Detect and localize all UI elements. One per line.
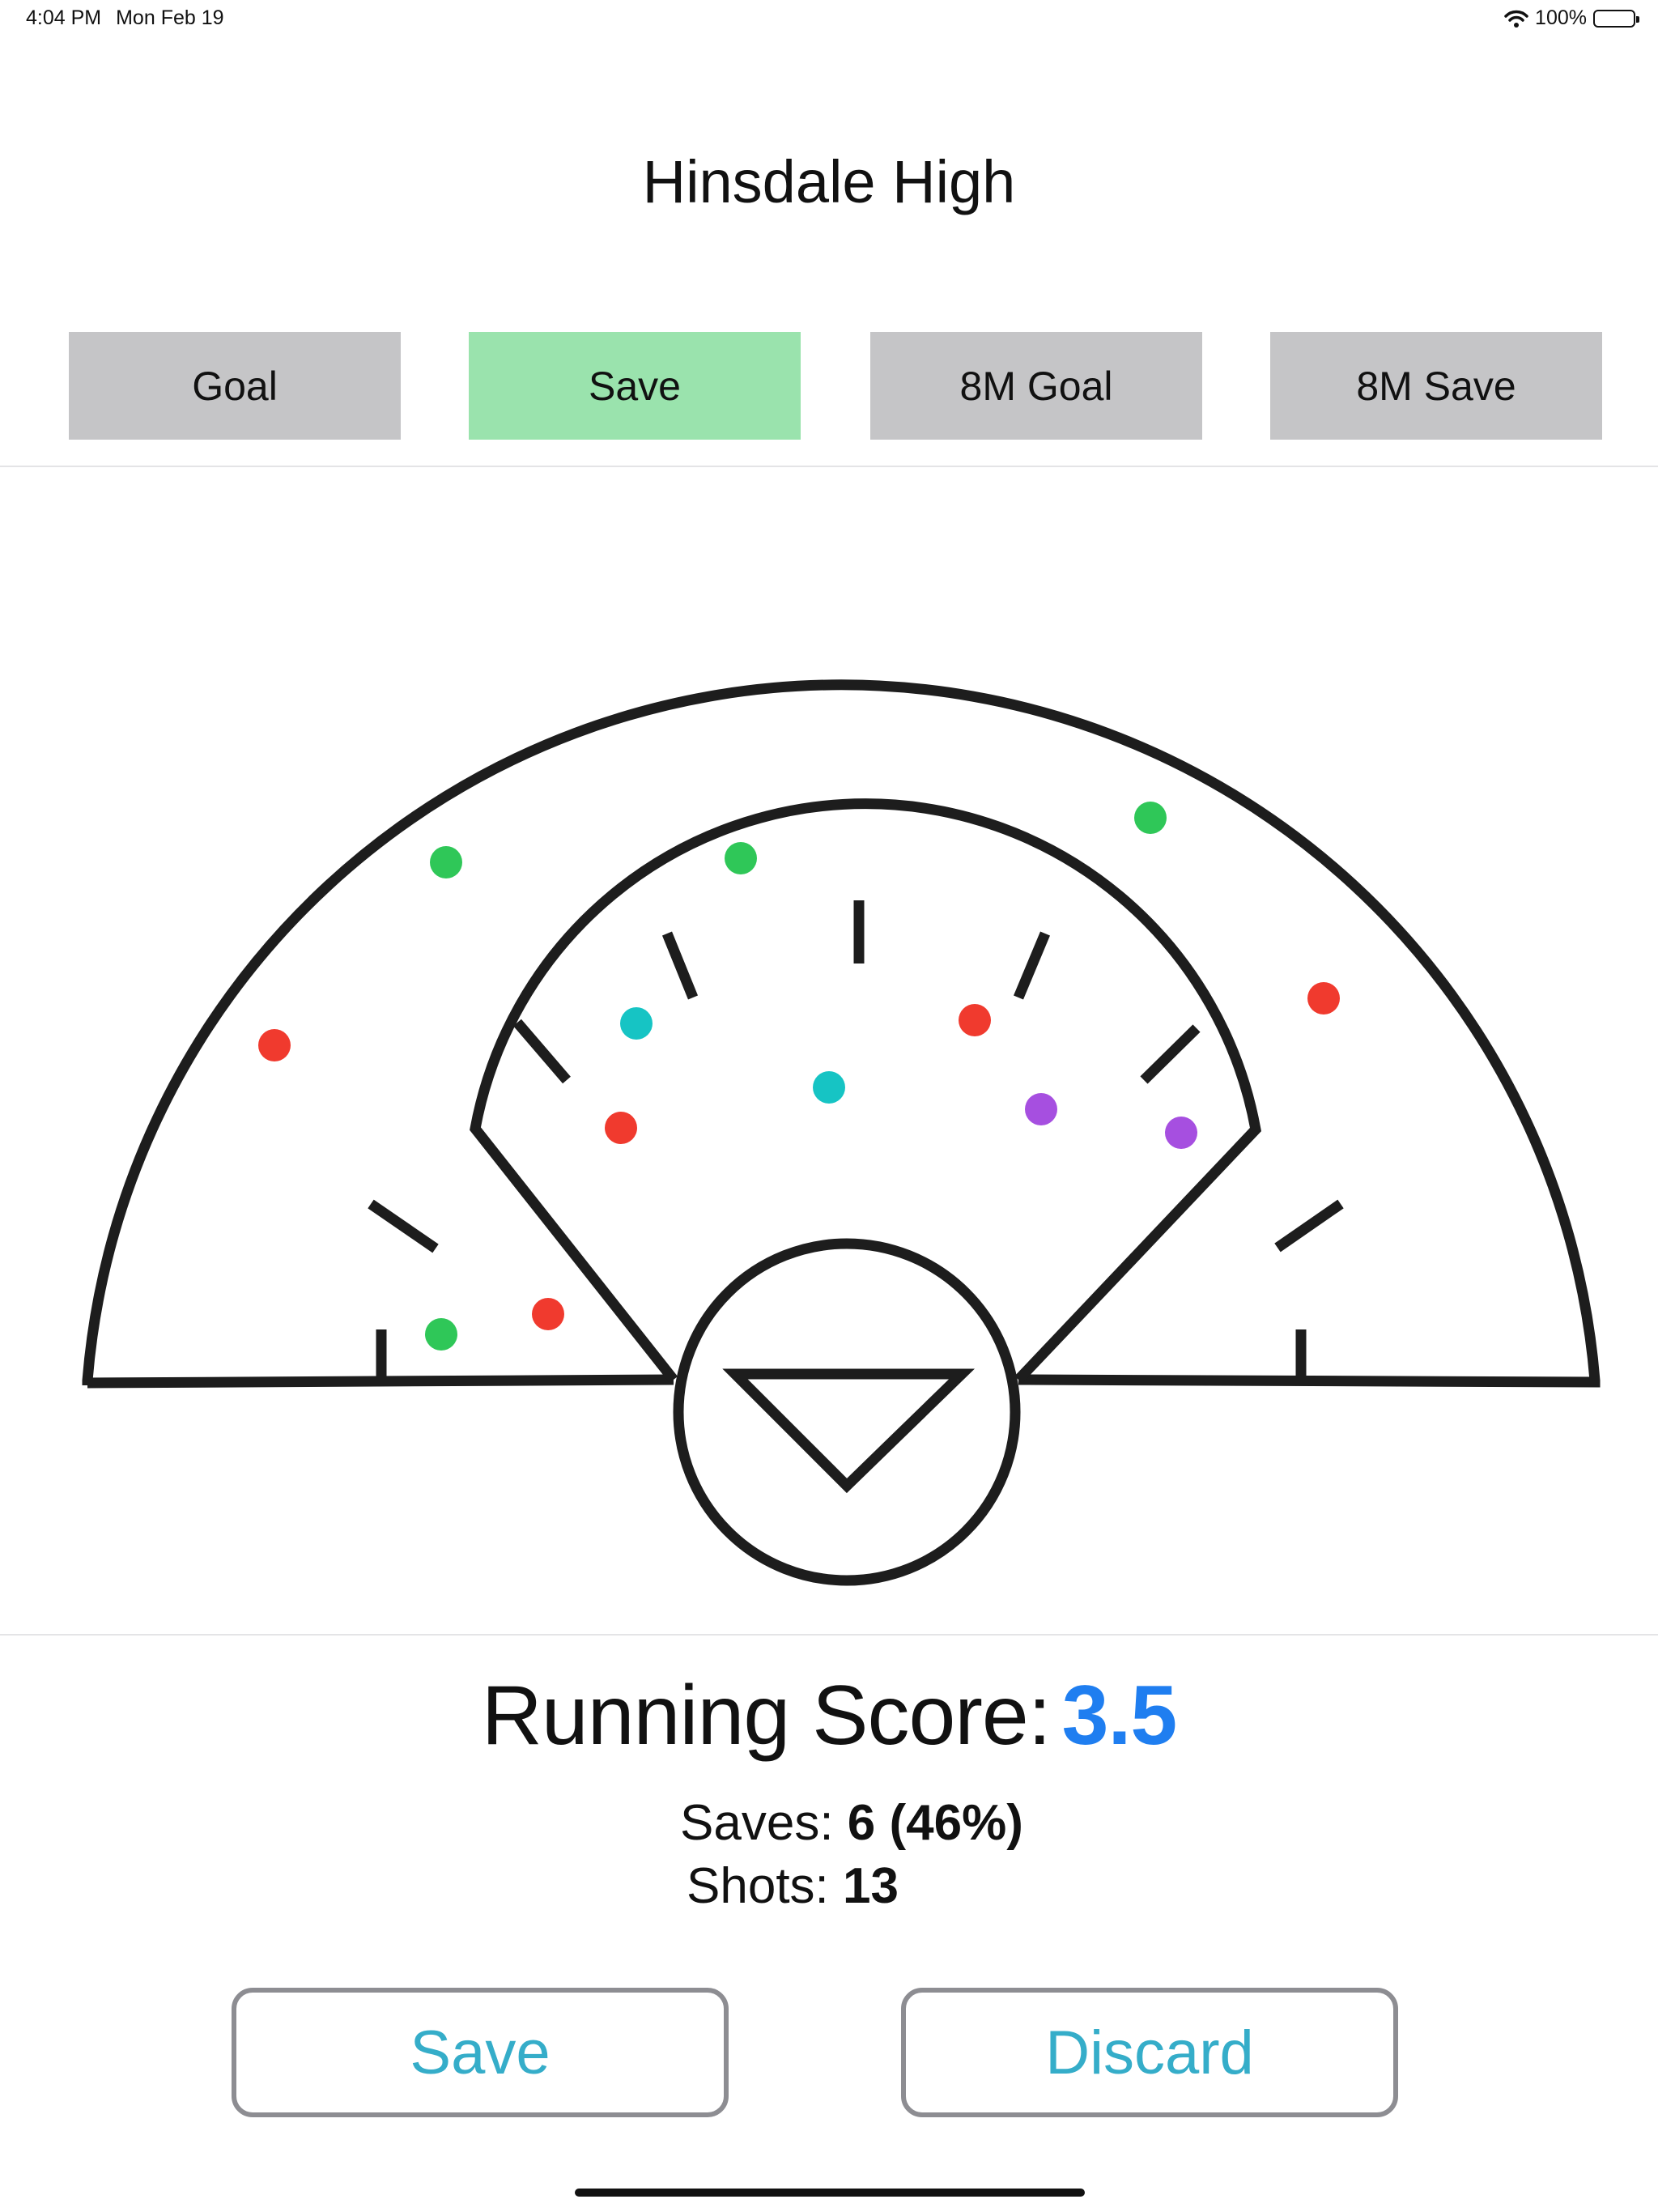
status-bar: 4:04 PM Mon Feb 19 100% [0,0,1658,39]
dash-mark-left [368,1199,439,1253]
shot-marker[interactable] [430,846,462,878]
status-left: 4:04 PM Mon Feb 19 [26,6,224,30]
tick-arc-1 [513,1019,571,1084]
shot-marker[interactable] [1165,1117,1197,1149]
shot-type-8m-goal-button[interactable]: 8M Goal [870,332,1202,440]
page-title: Hinsdale High [642,148,1016,215]
saves-value: 6 [847,1795,876,1851]
running-score: Running Score: 3.5 [0,1668,1658,1764]
running-score-value: 3.5 [1061,1669,1178,1763]
tick-arc-2 [661,931,699,1000]
shot-marker[interactable] [258,1029,291,1061]
crease-circle [673,1238,1021,1586]
status-time: 4:04 PM [26,6,102,29]
field-diagram[interactable] [0,467,1658,1633]
battery-icon [1593,9,1639,28]
tick-arc-5 [1140,1024,1201,1084]
saves-stat: Saves: 6 (46%) [680,1794,1023,1852]
shot-marker[interactable] [425,1318,457,1351]
wifi-icon [1504,9,1528,28]
shots-value: 13 [843,1858,899,1914]
battery-percent: 100% [1535,6,1587,29]
dash-mark-right [1274,1199,1344,1253]
shot-marker[interactable] [813,1071,845,1104]
shot-marker[interactable] [959,1004,991,1036]
shot-marker[interactable] [725,842,757,874]
status-date: Mon Feb 19 [116,6,224,29]
fan-arc [82,679,1601,1388]
divider [0,1634,1658,1636]
shot-marker[interactable] [532,1298,564,1330]
shots-stat: Shots: 13 [687,1857,899,1915]
status-right: 100% [1504,6,1639,30]
shot-field[interactable] [0,467,1658,1633]
shot-type-goal-button[interactable]: Goal [69,332,401,440]
shots-label: Shots: [687,1858,829,1914]
shot-marker[interactable] [1307,982,1340,1015]
shot-marker[interactable] [620,1007,653,1040]
saves-label: Saves: [680,1795,834,1851]
inner-fan [470,798,1261,1384]
tick-arc-4 [1014,931,1050,1000]
running-score-label: Running Score: [481,1669,1052,1763]
home-indicator [575,2189,1085,2197]
shot-marker[interactable] [605,1112,637,1144]
shot-dots [258,802,1340,1351]
goal-triangle [722,1368,976,1494]
discard-button[interactable]: Discard [901,1988,1398,2117]
save-button[interactable]: Save [232,1988,729,2117]
shot-marker[interactable] [1134,802,1167,834]
saves-percent: (46%) [889,1795,1023,1851]
shot-type-save-button[interactable]: Save [469,332,801,440]
shot-type-8m-save-button[interactable]: 8M Save [1270,332,1602,440]
shot-marker[interactable] [1025,1093,1057,1125]
